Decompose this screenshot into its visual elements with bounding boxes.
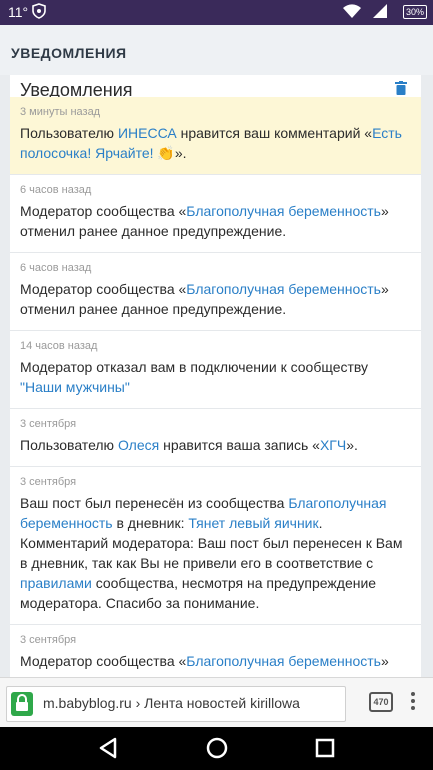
notification-link[interactable]: правилами [20, 575, 92, 591]
tab-switcher-button[interactable]: 470 [369, 692, 393, 712]
url-text[interactable]: m.babyblog.ru › Лента новостей kirillowa [43, 695, 341, 711]
notification-text-segment: ». [346, 437, 358, 453]
system-nav-bar [0, 727, 433, 770]
notification-text-segment: Модератор сообщества « [20, 203, 187, 219]
notification-link[interactable]: Олеся [118, 437, 159, 453]
home-icon[interactable] [205, 736, 229, 760]
notification-text: Модератор сообщества «Благополучная бере… [20, 201, 411, 241]
recent-apps-icon[interactable] [315, 736, 335, 760]
notification-text-segment: ». [174, 145, 187, 161]
status-bar: 11° 30% [0, 0, 433, 25]
notification-item: 3 минуты назад Пользователю ИНЕССА нравит… [10, 97, 421, 175]
notification-time: 6 часов назад [20, 262, 92, 274]
section-title: УВЕДОМЛЕНИЯ [11, 45, 127, 61]
status-time: 11° [8, 4, 29, 20]
menu-dot-icon [411, 706, 415, 710]
notification-text: Пользователю Олеся нравится ваша запись … [20, 435, 411, 455]
notification-time: 3 сентября [20, 634, 77, 646]
notification-link[interactable]: "Наши мужчины" [20, 379, 130, 395]
browser-menu-button[interactable] [411, 692, 415, 713]
battery-indicator: 30% [403, 5, 427, 19]
menu-dot-icon [411, 699, 415, 703]
notification-text-segment: в дневник: [112, 515, 189, 531]
notification-item: 3 сентября Модератор сообщества «Благопол… [10, 625, 421, 677]
menu-dot-icon [411, 692, 415, 696]
notification-text-segment: Модератор сообщества « [20, 281, 187, 297]
notification-item: 6 часов назад Модератор сообщества «Благо… [10, 175, 421, 253]
notification-time: 6 часов назад [20, 184, 92, 196]
notification-text: Пользователю ИНЕССА нравится ваш коммент… [20, 123, 411, 163]
secure-lock-icon[interactable] [11, 692, 33, 716]
notification-item: 3 сентября Пользователю Олеся нравится ва… [10, 409, 421, 467]
notification-text-segment: Модератор отказал вам в подключении к со… [20, 359, 369, 375]
notification-link[interactable]: Благополучная беременность [186, 281, 381, 297]
notification-link[interactable]: ХГЧ [320, 437, 346, 453]
trash-icon[interactable] [395, 81, 407, 95]
notification-text: Модератор отказал вам в подключении к со… [20, 357, 411, 397]
notification-link[interactable]: ИНЕССА [118, 125, 177, 141]
notification-item: 14 часов назад Модератор отказал вам в по… [10, 331, 421, 409]
notification-text-segment: Пользователю [20, 437, 118, 453]
signal-icon [373, 4, 387, 18]
notification-time: 14 часов назад [20, 340, 98, 352]
notification-list: 3 минуты назад Пользователю ИНЕССА нравит… [10, 97, 421, 677]
browser-url-bar: m.babyblog.ru › Лента новостей kirillowa… [0, 677, 433, 728]
address-field[interactable]: m.babyblog.ru › Лента новостей kirillowa [6, 686, 346, 722]
notification-text: Ваш пост был перенесён из сообщества Бла… [20, 493, 411, 613]
notification-text-segment: нравится ваша запись « [159, 437, 320, 453]
notification-text: Модератор сообщества «Благополучная бере… [20, 279, 411, 319]
section-header: УВЕДОМЛЕНИЯ [0, 25, 433, 75]
vpn-shield-icon [32, 3, 46, 19]
notification-time: 3 минуты назад [20, 106, 101, 118]
notification-text: Модератор сообщества «Благополучная бере… [20, 651, 411, 671]
notification-link[interactable]: Благополучная беременность [186, 203, 381, 219]
notification-text-segment: » [380, 653, 389, 669]
notification-item: 3 сентября Ваш пост был перенесён из сооб… [10, 467, 421, 625]
notification-text-segment: Пользователю [20, 125, 118, 141]
notifications-panel: Уведомления 3 минуты назад Пользователю И… [10, 75, 421, 677]
notification-time: 3 сентября [20, 476, 77, 488]
notification-text-segment: Ваш пост был перенесён из сообщества [20, 495, 289, 511]
wifi-icon [343, 4, 361, 18]
notification-link[interactable]: Благополучная беременность [186, 653, 381, 669]
notification-time: 3 сентября [20, 418, 77, 430]
notification-text-segment: Модератор сообщества « [20, 653, 187, 669]
notification-text-segment: нравится ваш комментарий « [176, 125, 373, 141]
notification-link[interactable]: Тянет левый яичник [188, 515, 318, 531]
notification-item: 6 часов назад Модератор сообщества «Благо… [10, 253, 421, 331]
back-icon[interactable] [98, 736, 118, 760]
